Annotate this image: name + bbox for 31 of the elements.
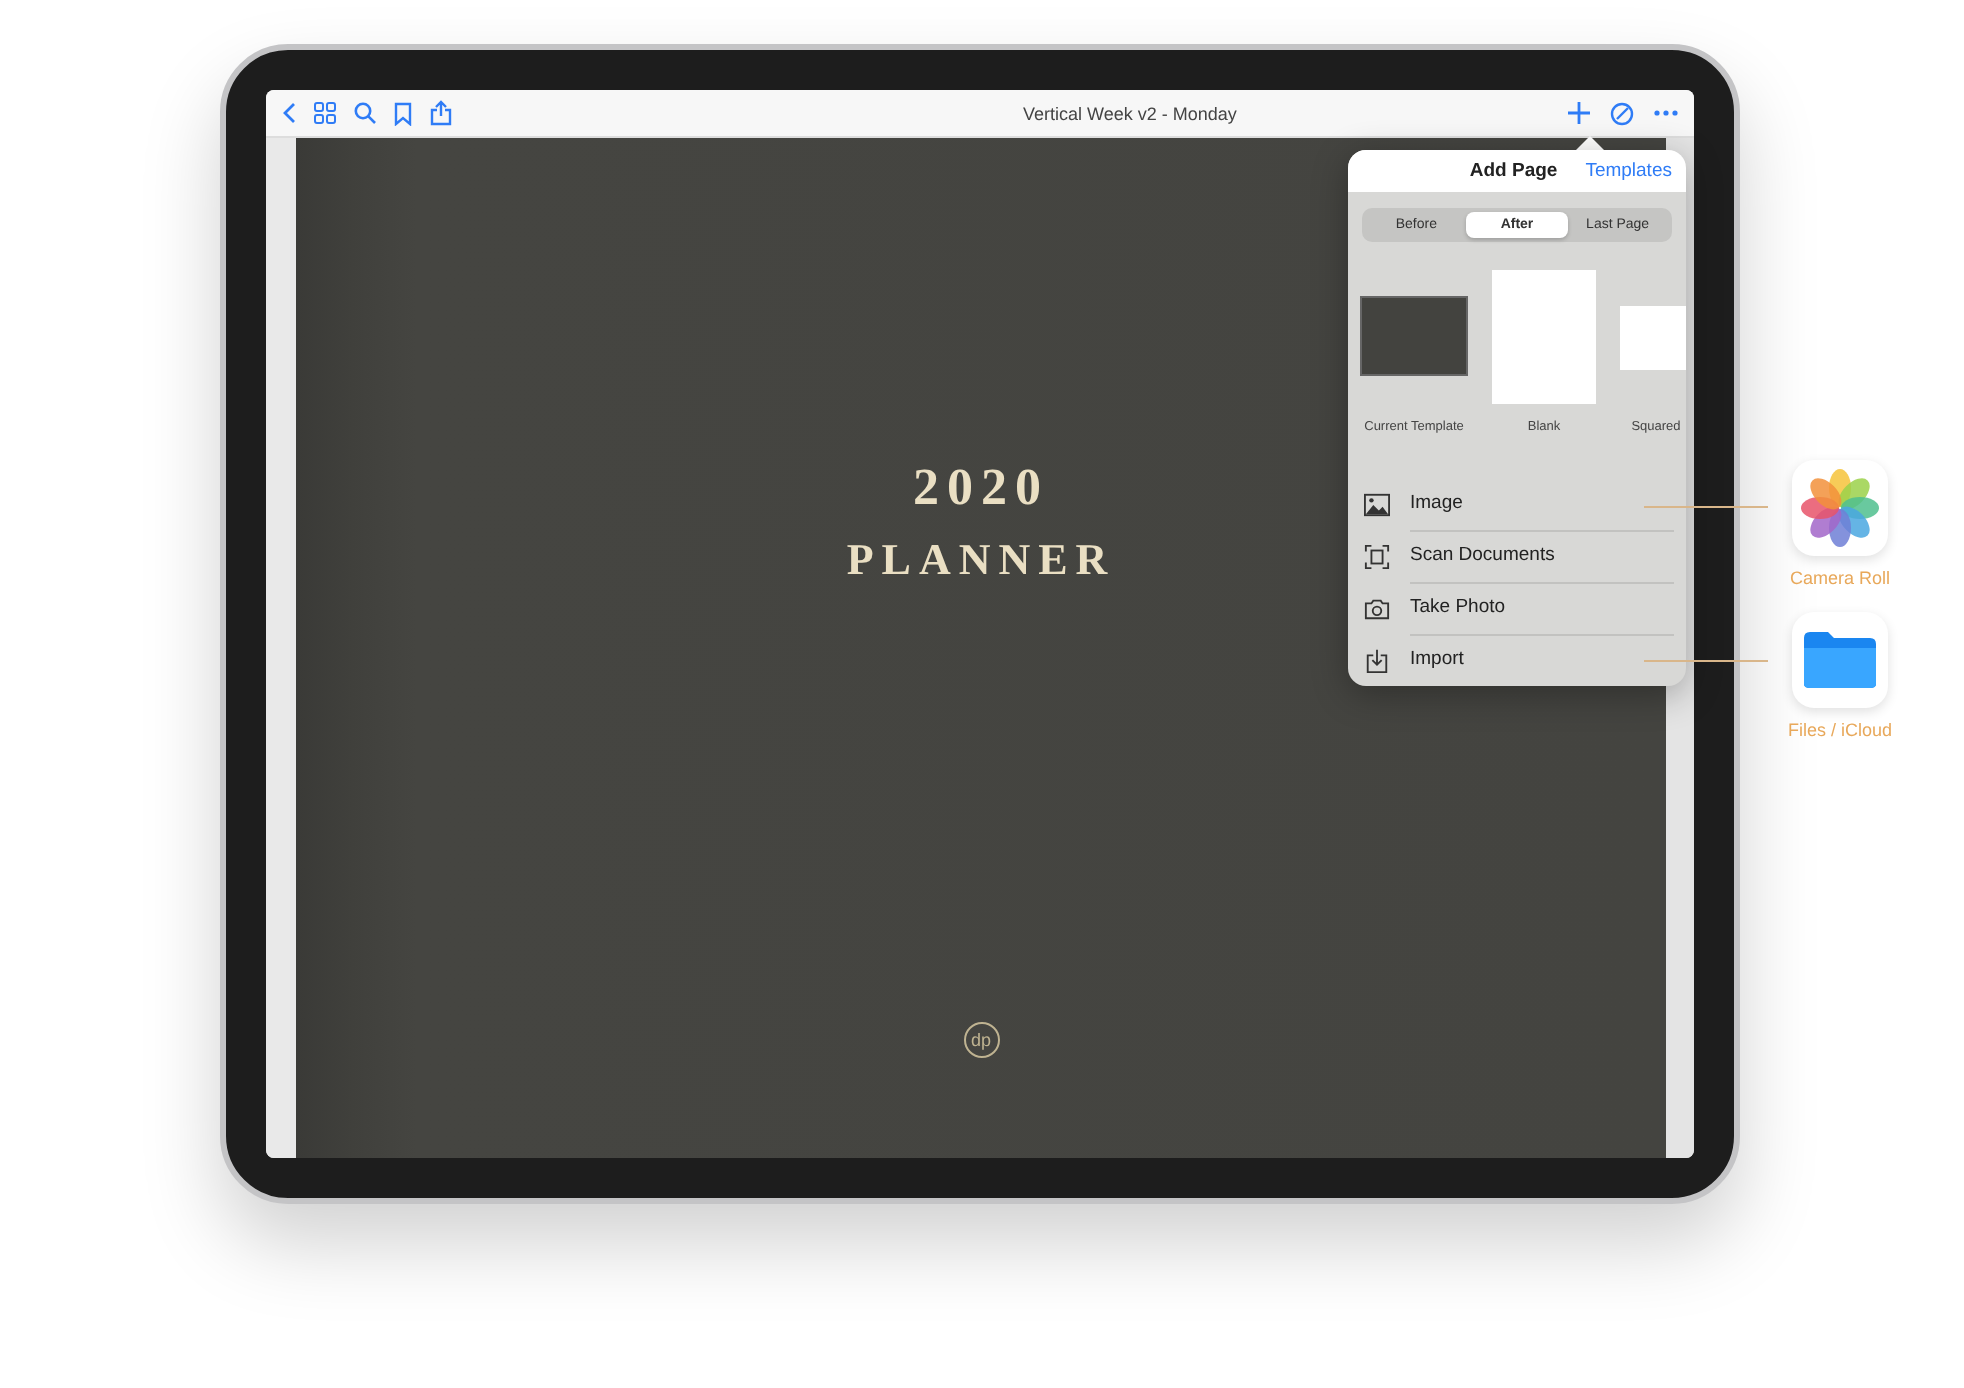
scan-icon: [1364, 543, 1390, 569]
menu-item[interactable]: Import: [1348, 634, 1686, 686]
camera-icon: [1364, 595, 1390, 621]
grid-icon[interactable]: [314, 102, 336, 124]
plus-icon[interactable]: [1568, 102, 1590, 124]
document-title[interactable]: Vertical Week v2 - Monday: [452, 103, 1568, 123]
cover-thumbnail[interactable]: [1360, 296, 1468, 376]
image-icon: [1364, 491, 1390, 517]
cover-logo: dp: [963, 1022, 999, 1058]
menu-item[interactable]: Scan Documents: [1348, 530, 1686, 582]
search-icon[interactable]: [354, 102, 376, 124]
pen-circle-icon[interactable]: [1610, 101, 1634, 125]
menu-item[interactable]: Image: [1348, 478, 1686, 530]
cover-title: PLANNER: [846, 534, 1116, 586]
share-icon[interactable]: [430, 100, 452, 126]
popover-title: Add Page: [1467, 160, 1560, 182]
import-icon: [1364, 647, 1390, 673]
blank-page-thumbnail[interactable]: [1492, 270, 1596, 404]
leader-line: [1644, 506, 1768, 508]
more-icon[interactable]: [1654, 110, 1678, 116]
cover-year: 2020: [913, 458, 1049, 518]
back-icon[interactable]: [282, 102, 296, 124]
templates-link[interactable]: Templates: [1585, 160, 1672, 182]
menu-item[interactable]: Take Photo: [1348, 582, 1686, 634]
leader-line: [1644, 660, 1768, 662]
page-thumbnail[interactable]: [1620, 306, 1686, 370]
photos-app-icon[interactable]: [1792, 460, 1888, 556]
app-label: Camera Roll: [1789, 568, 1890, 588]
app-label: Files / iCloud: [1787, 720, 1893, 740]
bookmark-icon[interactable]: [394, 101, 412, 125]
folder-app-icon[interactable]: [1792, 612, 1888, 708]
